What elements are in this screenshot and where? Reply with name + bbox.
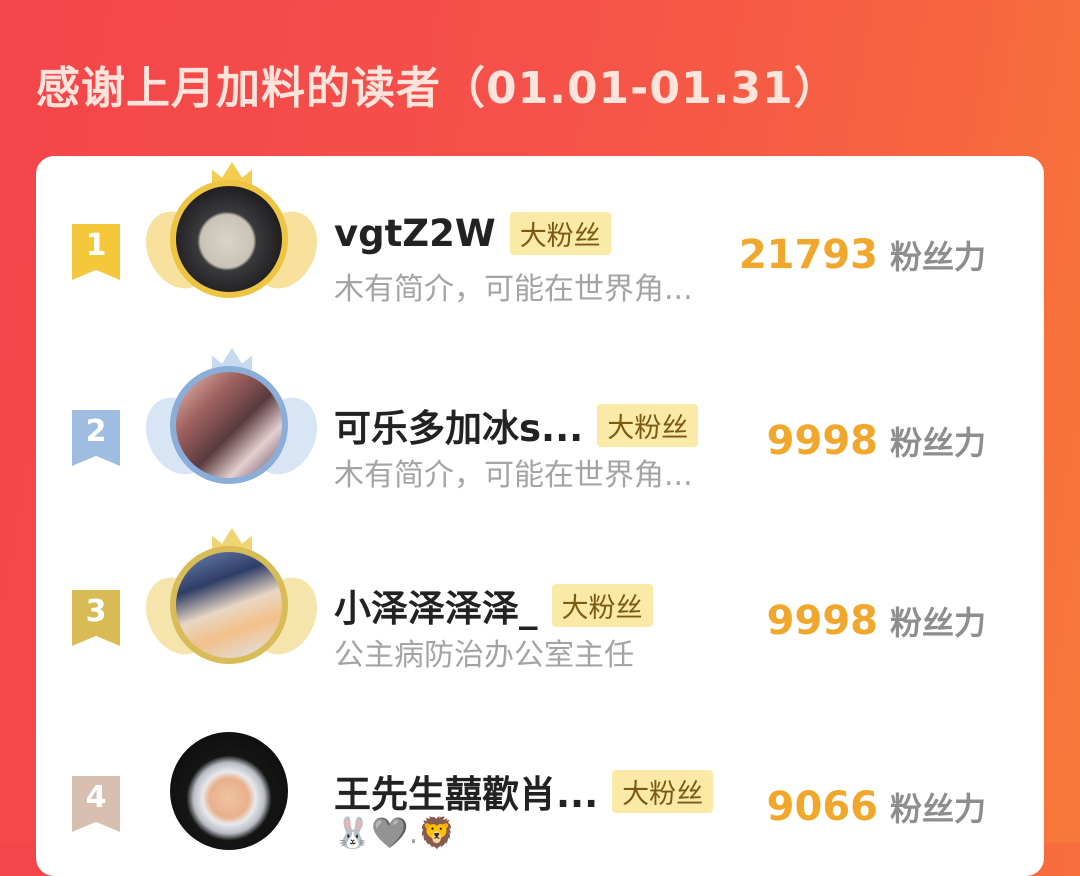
- avatar[interactable]: [170, 180, 288, 298]
- reader-bio: 公主病防治办公室主任: [334, 638, 634, 673]
- avatar-frame: [133, 162, 330, 318]
- fan-power-unit: 粉丝力: [889, 424, 986, 462]
- avatar[interactable]: [170, 732, 288, 850]
- fan-power-value: 9066: [766, 784, 878, 830]
- avatar-frame: [144, 720, 319, 870]
- avatar-frame: [133, 528, 330, 684]
- reader-name[interactable]: 可乐多加冰s...: [334, 398, 583, 452]
- rank-badge: 1: [72, 224, 120, 280]
- fan-power: 9066 粉丝力: [767, 784, 986, 830]
- reader-bio: 木有简介，可能在世界角...: [334, 272, 693, 307]
- fan-power-value: 21793: [738, 232, 878, 278]
- reader-bio: 🐰🩶.🦁: [334, 816, 456, 851]
- fan-level-badge: 大粉丝: [509, 212, 611, 255]
- fan-power: 21793 粉丝力: [739, 232, 986, 278]
- rank-badge: 4: [72, 776, 120, 832]
- avatar[interactable]: [170, 366, 288, 484]
- fan-power-unit: 粉丝力: [889, 238, 986, 276]
- reader-row[interactable]: 2 可乐多加冰s... 大粉丝 木有简介，可能在世界角... 9998 粉丝力: [36, 348, 1044, 504]
- reader-ranking-card: 1 vgtZ2W 大粉丝 木有简介，可能在世界角... 21793 粉丝力 2 …: [36, 156, 1044, 876]
- reader-bio: 木有简介，可能在世界角...: [334, 458, 693, 493]
- fan-power-unit: 粉丝力: [889, 604, 986, 642]
- fan-power: 9998 粉丝力: [767, 418, 986, 464]
- reader-name[interactable]: 王先生囍歡肖...: [334, 764, 598, 818]
- rank-badge: 3: [72, 590, 120, 646]
- rank-badge: 2: [72, 410, 120, 466]
- fan-power-value: 9998: [766, 598, 878, 644]
- fan-level-badge: 大粉丝: [612, 769, 714, 813]
- reader-row[interactable]: 1 vgtZ2W 大粉丝 木有简介，可能在世界角... 21793 粉丝力: [36, 162, 1044, 318]
- avatar[interactable]: [170, 546, 288, 664]
- fan-level-badge: 大粉丝: [597, 403, 699, 447]
- page-title: 感谢上月加料的读者（01.01-01.31）: [36, 63, 839, 114]
- fan-power-unit: 粉丝力: [889, 790, 986, 828]
- reader-name[interactable]: vgtZ2W: [334, 212, 496, 255]
- fan-power: 9998 粉丝力: [767, 598, 986, 644]
- reader-row[interactable]: 4 王先生囍歡肖... 大粉丝 🐰🩶.🦁 9066 粉丝力: [36, 726, 1044, 876]
- fan-power-value: 9998: [766, 418, 878, 464]
- avatar-frame: [133, 348, 330, 504]
- reader-row[interactable]: 3 小泽泽泽泽_ 大粉丝 公主病防治办公室主任 9998 粉丝力: [36, 528, 1044, 690]
- fan-level-badge: 大粉丝: [551, 583, 653, 627]
- reader-name[interactable]: 小泽泽泽泽_: [334, 578, 538, 632]
